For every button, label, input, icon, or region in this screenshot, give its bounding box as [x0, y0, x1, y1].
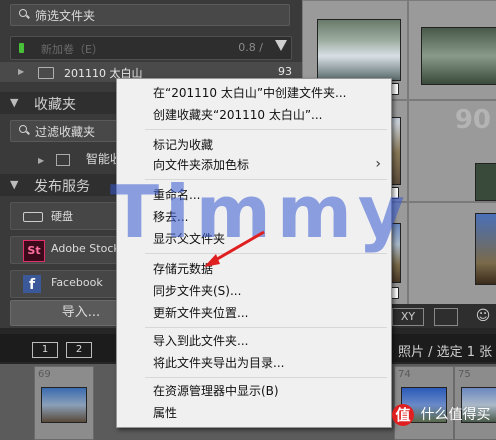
- publish-services-title: 发布服务: [34, 179, 90, 195]
- menu-separator: [145, 377, 387, 378]
- folder-icon: [38, 67, 54, 79]
- menu-item-show-in-explorer[interactable]: 在资源管理器中显示(B): [153, 381, 279, 401]
- cell-number: 75: [458, 369, 471, 380]
- menu-item-export-catalog[interactable]: 将此文件夹导出为目录...: [153, 353, 284, 373]
- people-icon[interactable]: ☺: [474, 308, 492, 324]
- menu-separator: [145, 327, 387, 328]
- primary-display-button[interactable]: 1: [32, 342, 58, 358]
- collection-set-icon: [55, 153, 70, 166]
- cell-number: 69: [38, 369, 51, 380]
- search-icon: [19, 125, 31, 137]
- site-name: 什么值得买: [420, 407, 491, 423]
- hard-drive-icon: [23, 212, 43, 222]
- photo-thumbnail[interactable]: [421, 27, 496, 85]
- collections-title: 收藏夹: [34, 97, 76, 113]
- secondary-display-button[interactable]: 2: [66, 342, 92, 358]
- volume-dropdown-icon[interactable]: [275, 40, 287, 51]
- service-label: Facebook: [51, 276, 103, 289]
- collection-filter-label: 过滤收藏夹: [35, 124, 96, 139]
- grid-cell[interactable]: [408, 0, 496, 100]
- menu-item-update-location[interactable]: 更新文件夹位置...: [153, 303, 248, 323]
- folder-filter-label: 筛选文件夹: [35, 8, 96, 23]
- menu-item-mark-favorite[interactable]: 标记为收藏: [153, 135, 213, 155]
- volume-name: 新加卷（E）: [41, 43, 103, 56]
- volume-count: 0.8 /: [238, 41, 263, 54]
- expand-arrow-icon[interactable]: ▶: [38, 156, 44, 165]
- photo-thumbnail[interactable]: [475, 213, 496, 285]
- context-menu: 在“201110 太白山”中创建文件夹... 创建收藏夹“201110 太白山”…: [116, 78, 392, 428]
- search-icon: [19, 9, 31, 21]
- volume-row[interactable]: 新加卷（E） 0.8 /: [10, 36, 292, 60]
- photo-thumbnail[interactable]: [317, 19, 401, 81]
- compare-view-button[interactable]: XY: [392, 308, 424, 326]
- menu-separator: [145, 179, 387, 180]
- menu-item-import-to-folder[interactable]: 导入到此文件夹...: [153, 331, 248, 351]
- menu-item-sync-folder[interactable]: 同步文件夹(S)...: [153, 281, 241, 301]
- menu-item-create-folder[interactable]: 在“201110 太白山”中创建文件夹...: [153, 83, 347, 103]
- cell-number: 90: [454, 105, 491, 135]
- menu-item-rename[interactable]: 重命名...: [153, 185, 200, 205]
- smart-collections-item[interactable]: ▶ 智能收: [38, 150, 122, 167]
- facebook-icon: f: [23, 275, 41, 293]
- survey-view-button[interactable]: [434, 308, 458, 326]
- menu-item-properties[interactable]: 属性: [153, 403, 177, 423]
- submenu-arrow-icon: ›: [375, 156, 381, 172]
- filmstrip-cell[interactable]: 69: [34, 366, 94, 440]
- folder-filter-input[interactable]: 筛选文件夹: [10, 4, 290, 26]
- cell-number: 74: [398, 369, 411, 380]
- service-label: Adobe Stock: [51, 242, 120, 255]
- expand-arrow-icon[interactable]: ▶: [18, 67, 24, 76]
- filmstrip-status: 照片 / 选定 1 张: [398, 345, 493, 360]
- collapse-arrow-icon[interactable]: ▼: [10, 96, 18, 109]
- filmstrip-thumbnail[interactable]: [41, 387, 87, 423]
- menu-item-remove[interactable]: 移去...: [153, 207, 188, 227]
- menu-item-show-parent[interactable]: 显示父文件夹: [153, 229, 225, 249]
- site-logo-icon: 值: [392, 404, 414, 426]
- folder-count: 93: [278, 65, 292, 78]
- grid-cell[interactable]: 90: [408, 100, 496, 202]
- menu-separator: [145, 253, 387, 254]
- adobe-stock-icon: St: [23, 240, 45, 262]
- menu-item-create-collection[interactable]: 创建收藏夹“201110 太白山”...: [153, 105, 323, 125]
- photo-thumbnail[interactable]: [475, 163, 496, 201]
- grid-cell[interactable]: [408, 202, 496, 306]
- service-label: 硬盘: [51, 210, 73, 223]
- volume-status-icon: [19, 43, 24, 53]
- menu-separator: [145, 129, 387, 130]
- menu-item-add-color-label[interactable]: 向文件夹添加色标: [153, 155, 249, 175]
- collapse-arrow-icon[interactable]: ▼: [10, 178, 18, 191]
- menu-item-save-metadata[interactable]: 存储元数据: [153, 259, 213, 279]
- site-watermark: 值 什么值得买: [392, 404, 492, 434]
